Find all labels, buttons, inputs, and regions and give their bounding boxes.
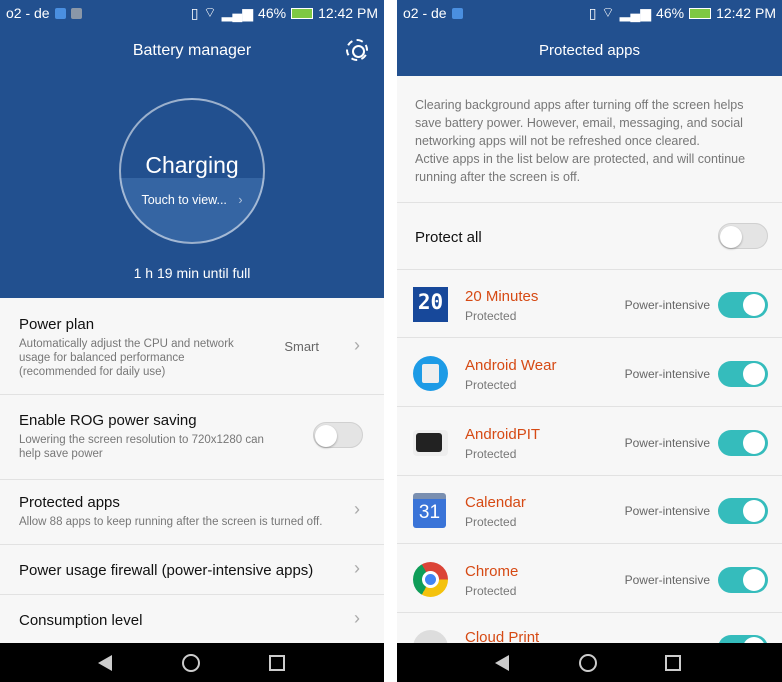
app-status: Protected [465, 309, 517, 323]
home-icon[interactable] [182, 654, 200, 672]
app-name: Calendar [465, 494, 526, 511]
battery-manager-screen: o2 - de ▯ ⌔ ▂▄▆ 46% 12:42 PM Battery man… [0, 0, 384, 682]
wifi-icon: ⌔ [601, 4, 615, 20]
description-section: Clearing background apps after turning o… [397, 76, 782, 203]
rog-power-saving-toggle[interactable] [313, 422, 363, 448]
battery-charging-icon [689, 7, 712, 19]
image-notification-icon [70, 7, 82, 19]
app-name: AndroidPIT [465, 426, 541, 443]
app-name: Chrome [465, 563, 519, 580]
item-subtitle: Lowering the screen resolution to 720x12… [19, 434, 264, 460]
charging-status: Charging [145, 152, 239, 178]
page-title: Protected apps [539, 42, 640, 59]
chevron-right-icon: › [354, 499, 360, 519]
app-row: Android Wear Protected Power-intensive [397, 339, 782, 407]
app-name: Android Wear [465, 357, 557, 374]
navigation-bar [397, 643, 782, 682]
protect-all-label: Protect all [415, 229, 482, 246]
app-status: Protected [465, 584, 517, 598]
item-title: Power plan [19, 316, 95, 333]
power-plan-value: Smart [284, 339, 319, 354]
app-row: 20 20 Minutes Protected Power-intensive [397, 270, 782, 338]
power-usage-firewall-item[interactable]: Power usage firewall (power-intensive ap… [0, 545, 384, 595]
app-toggle[interactable] [718, 292, 768, 318]
app-row: Chrome Protected Power-intensive [397, 545, 782, 613]
item-subtitle: Allow 88 apps to keep running after the … [19, 516, 323, 528]
protect-all-toggle[interactable] [718, 223, 768, 249]
battery-percent: 46% [258, 5, 287, 21]
app-status: Protected [465, 378, 517, 392]
wifi-icon: ⌔ [203, 4, 217, 20]
app-toggle[interactable] [718, 361, 768, 387]
power-intensive-label: Power-intensive [624, 298, 710, 312]
chrome-icon [413, 562, 448, 597]
vibrate-icon: ▯ [588, 4, 597, 21]
androidpit-icon [413, 430, 448, 456]
power-plan-item[interactable]: Power plan Automatically adjust the CPU … [0, 298, 384, 395]
item-subtitle: Automatically adjust the CPU and network… [19, 338, 234, 378]
signal-icon: ▂▄▆ [221, 4, 254, 21]
app-status: Protected [465, 515, 517, 529]
app-toggle[interactable] [718, 498, 768, 524]
protect-all-row: Protect all [397, 203, 782, 270]
recents-icon[interactable] [269, 655, 285, 671]
battery-charging-icon [291, 7, 314, 19]
power-intensive-label: Power-intensive [624, 367, 710, 381]
item-title: Consumption level [19, 612, 143, 629]
app-row: 31 Calendar Protected Power-intensive [397, 476, 782, 544]
time-until-full: 1 h 19 min until full [133, 265, 251, 281]
app-status: Protected [465, 447, 517, 461]
health-notification-icon [54, 7, 66, 19]
android-wear-icon [413, 356, 448, 391]
settings-gear-icon[interactable] [346, 39, 368, 61]
page-title: Battery manager [132, 42, 252, 59]
calendar-icon: 31 [413, 493, 446, 528]
chevron-right-icon: › [354, 558, 360, 578]
protected-apps-item[interactable]: Protected apps Allow 88 apps to keep run… [0, 480, 384, 545]
power-intensive-label: Power-intensive [624, 573, 710, 587]
clock: 12:42 PM [716, 5, 776, 21]
rog-power-saving-item: Enable ROG power saving Lowering the scr… [0, 395, 384, 480]
app-toggle[interactable] [718, 567, 768, 593]
chevron-right-icon: › [354, 608, 360, 628]
clock: 12:42 PM [318, 5, 378, 21]
navigation-bar [0, 643, 384, 682]
chevron-right-icon: › [238, 193, 243, 207]
home-icon[interactable] [579, 654, 597, 672]
item-title: Enable ROG power saving [19, 412, 197, 429]
battery-percent: 46% [656, 5, 685, 21]
carrier: o2 - de [403, 5, 447, 21]
power-intensive-label: Power-intensive [624, 436, 710, 450]
vibrate-icon: ▯ [190, 4, 199, 21]
status-bar: o2 - de ▯ ⌔ ▂▄▆ 46% 12:42 PM [0, 0, 384, 26]
power-intensive-label: Power-intensive [624, 504, 710, 518]
app-name: 20 Minutes [465, 288, 539, 305]
signal-icon: ▂▄▆ [619, 4, 652, 21]
touch-to-view-label: Touch to view... [141, 193, 227, 207]
carrier: o2 - de [6, 5, 50, 21]
chevron-right-icon: › [354, 335, 360, 355]
recents-icon[interactable] [665, 655, 681, 671]
back-icon[interactable] [495, 655, 509, 671]
back-icon[interactable] [98, 655, 112, 671]
app-row: AndroidPIT Protected Power-intensive [397, 408, 782, 476]
app-toggle[interactable] [718, 430, 768, 456]
protected-apps-screen: o2 - de ▯ ⌔ ▂▄▆ 46% 12:42 PM Protected a… [397, 0, 782, 682]
item-title: Protected apps [19, 494, 120, 511]
charging-circle-button[interactable]: Charging Touch to view... › [119, 98, 265, 244]
health-notification-icon [451, 7, 463, 19]
status-bar: o2 - de ▯ ⌔ ▂▄▆ 46% 12:42 PM [397, 0, 782, 26]
item-title: Power usage firewall (power-intensive ap… [19, 562, 314, 579]
consumption-level-item[interactable]: Consumption level › [0, 595, 384, 643]
20-minutes-icon: 20 [413, 287, 448, 322]
description-text: Clearing background apps after turning o… [415, 98, 746, 184]
